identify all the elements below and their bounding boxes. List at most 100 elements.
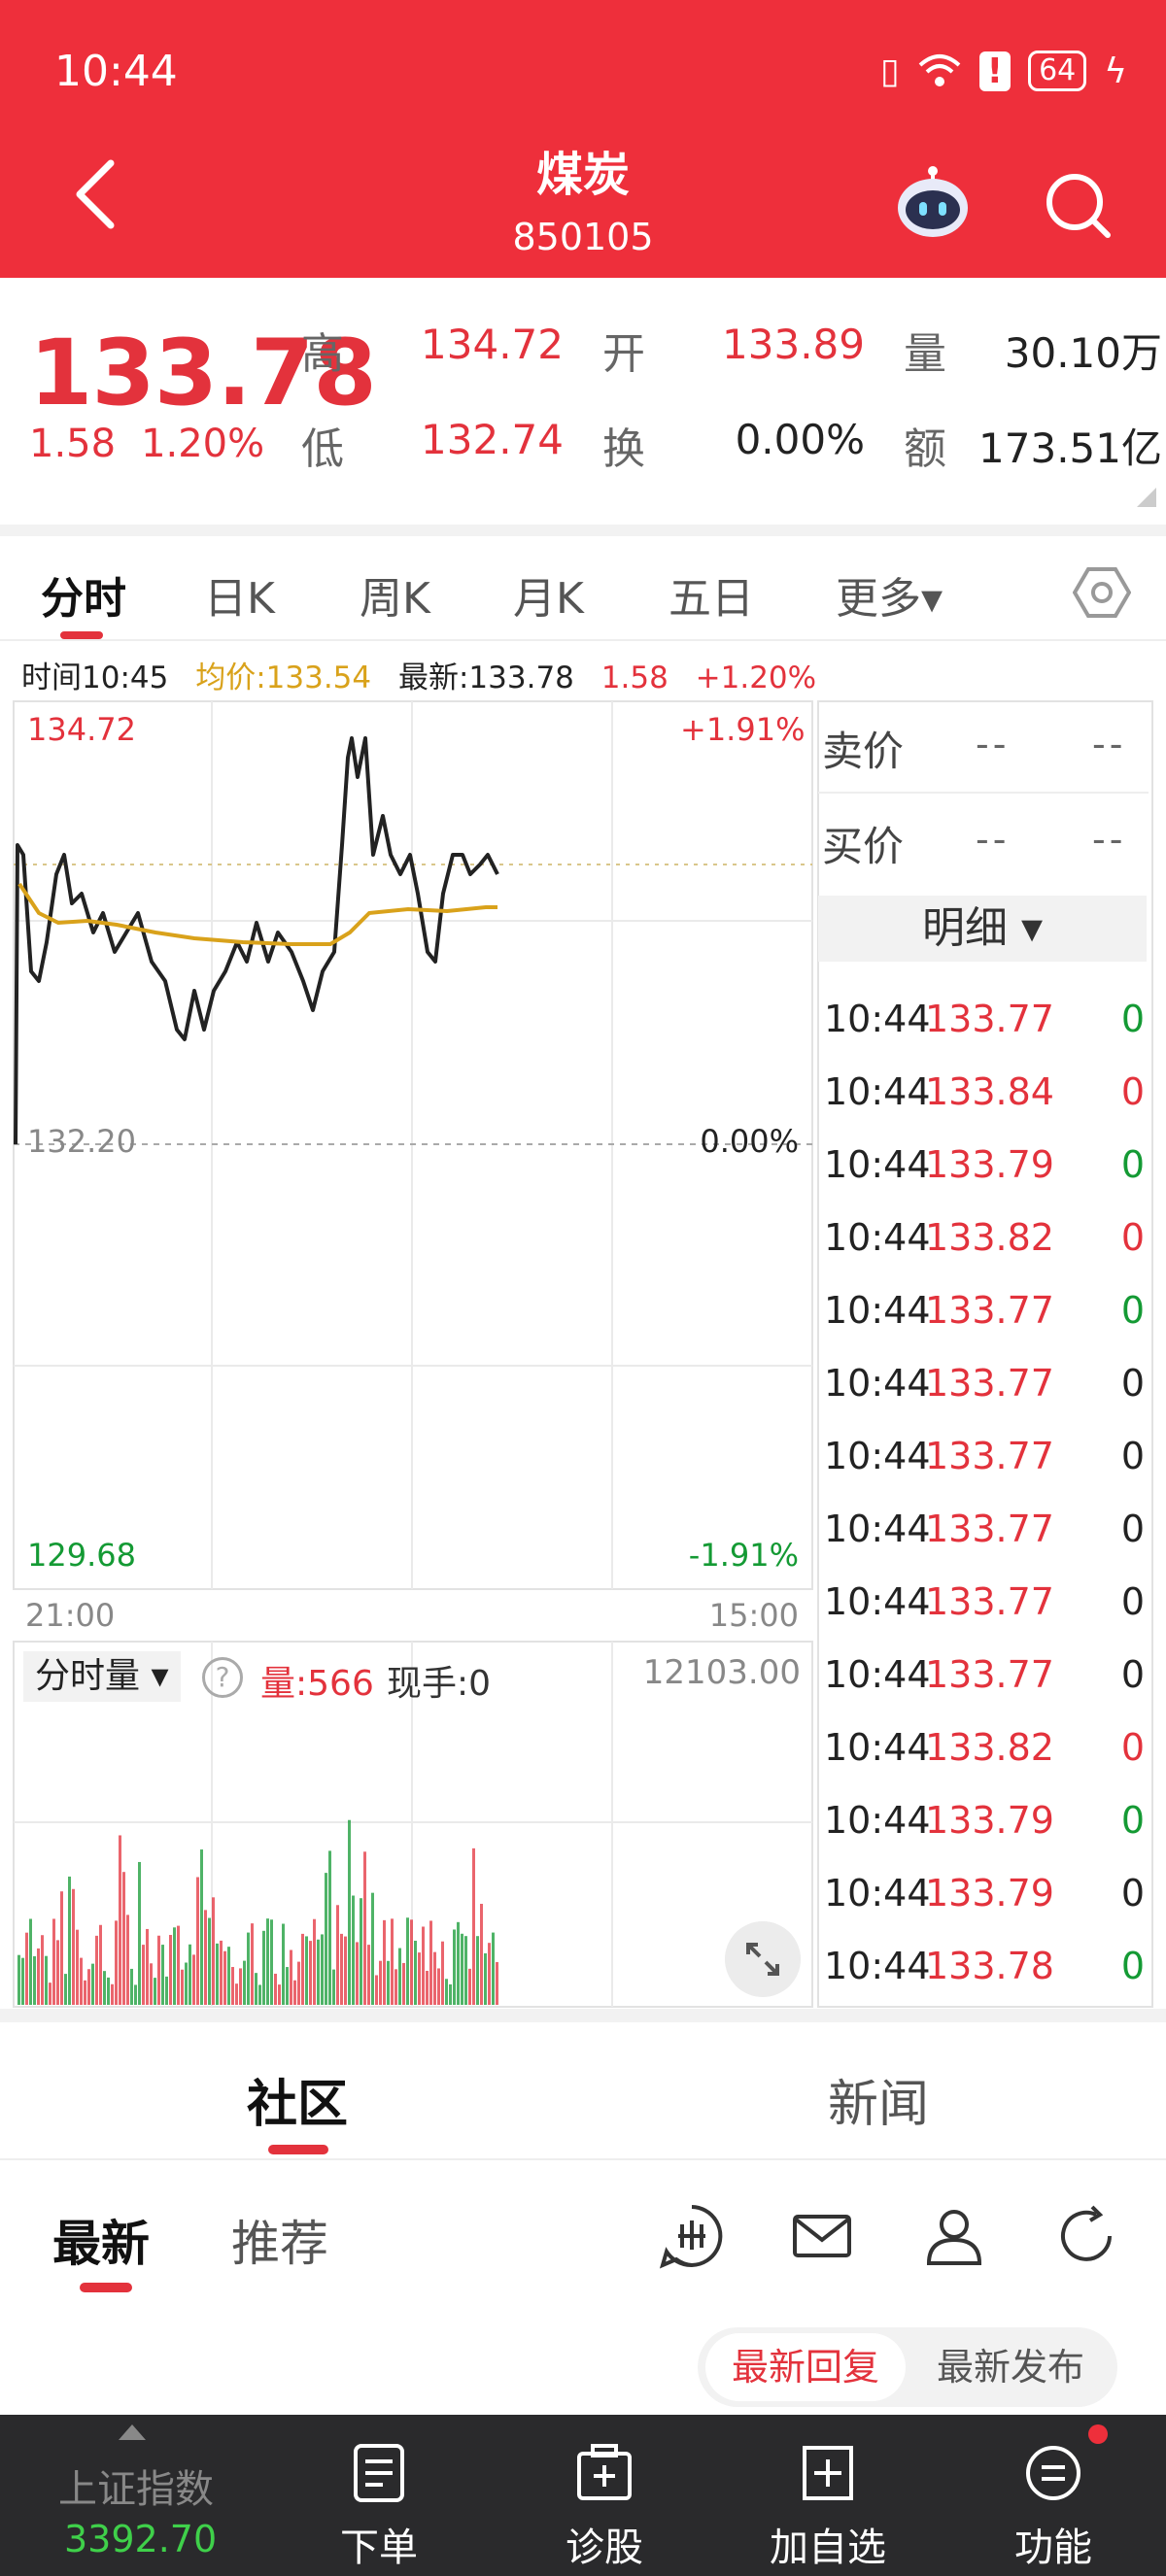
volume-bar bbox=[150, 1963, 153, 2005]
tick-detail-list[interactable]: 10:44133.82010:44133.77010:44133.84010:4… bbox=[820, 962, 1150, 2001]
volume-bar bbox=[258, 1984, 261, 2005]
order-icon bbox=[354, 2444, 404, 2502]
tab-community[interactable]: 社区 bbox=[247, 2063, 348, 2136]
volume-bar bbox=[99, 1924, 102, 2005]
volume-bar bbox=[220, 1940, 223, 2005]
tick-price: 133.82 bbox=[925, 1726, 1054, 1769]
stock-bar-icon[interactable] bbox=[659, 2203, 725, 2269]
volume-bar bbox=[356, 1942, 359, 2005]
function-button[interactable]: 功能 bbox=[956, 2415, 1150, 2576]
sort-latest-post[interactable]: 最新发布 bbox=[913, 2333, 1108, 2401]
detail-dropdown[interactable]: 明细 ▾ bbox=[818, 896, 1147, 962]
volume-bar bbox=[321, 1934, 324, 2005]
volume-bar bbox=[95, 1935, 98, 2005]
volume-bar bbox=[422, 1926, 425, 2005]
volume-bar bbox=[344, 1936, 347, 2005]
index-value: 3392.70 bbox=[64, 2518, 218, 2560]
tick-price: 133.77 bbox=[925, 1580, 1054, 1623]
tick-row: 10:44 133.79 0 bbox=[820, 1799, 1150, 1872]
tick-direction: 0 bbox=[1120, 1653, 1145, 1696]
volume-bar bbox=[212, 1897, 215, 2005]
volume-bar bbox=[185, 1962, 188, 2005]
volume-bar bbox=[84, 1980, 86, 2005]
volume-bar bbox=[461, 1933, 463, 2005]
buy-label: 买价 bbox=[822, 823, 905, 870]
volume-bar bbox=[293, 1980, 296, 2005]
volume-bar bbox=[266, 1918, 269, 2005]
y-top-pct: +1.91% bbox=[680, 711, 806, 748]
tick-row: 10:44 133.79 0 bbox=[820, 1143, 1150, 1216]
volume-bar bbox=[379, 1960, 382, 2005]
tick-time: 10:44 bbox=[824, 1945, 931, 1987]
tick-direction: 0 bbox=[1120, 1289, 1145, 1332]
sell-volume: -- bbox=[1092, 723, 1127, 765]
volume-bar bbox=[91, 1963, 94, 2005]
volume-bar bbox=[328, 1850, 331, 2005]
volume-bar bbox=[313, 1918, 316, 2005]
volume-bar bbox=[360, 1898, 362, 2005]
tick-price: 133.82 bbox=[925, 1216, 1054, 1259]
volume-bar bbox=[161, 1945, 164, 2005]
tick-row: 10:44 133.77 0 bbox=[820, 998, 1150, 1070]
volume-bar bbox=[115, 1920, 118, 2005]
index-name[interactable]: 上证指数 bbox=[58, 2457, 214, 2514]
volume-indicator-select[interactable]: 分时量 ▾ bbox=[23, 1651, 181, 1702]
divider bbox=[0, 2158, 1166, 2160]
volume-bar bbox=[223, 1950, 226, 2005]
subtab-latest[interactable]: 最新 bbox=[52, 2205, 150, 2275]
volume-bar bbox=[37, 1948, 40, 2005]
tick-row: 10:44 133.84 0 bbox=[820, 1070, 1150, 1143]
tick-direction: 0 bbox=[1120, 998, 1145, 1040]
diagnose-button[interactable]: 诊股 bbox=[507, 2415, 702, 2576]
volume-bar bbox=[49, 1983, 51, 2005]
fullscreen-icon[interactable] bbox=[725, 1921, 801, 1997]
tick-direction: 0 bbox=[1120, 1070, 1145, 1113]
current-hand: 现手:0 bbox=[387, 1664, 492, 1704]
tick-direction: 0 bbox=[1120, 1872, 1145, 1915]
tick-row: 10:44 133.77 0 bbox=[820, 1435, 1150, 1508]
volume-bar bbox=[64, 1974, 67, 2005]
volume-bar bbox=[340, 1933, 343, 2005]
volume-bar bbox=[134, 1984, 137, 2005]
volume-bar bbox=[484, 1952, 487, 2005]
volume-bar bbox=[325, 1873, 327, 2005]
volume-bar bbox=[398, 1948, 401, 2005]
y-mid-pct: 0.00% bbox=[700, 1123, 799, 1160]
volume-bar bbox=[130, 1968, 133, 2005]
volume-bar bbox=[200, 1849, 203, 2005]
tick-price: 133.79 bbox=[925, 1799, 1054, 1842]
tick-price: 133.77 bbox=[925, 1508, 1054, 1550]
volume-bar bbox=[270, 1919, 273, 2005]
subtab-recommend[interactable]: 推荐 bbox=[231, 2205, 328, 2275]
tick-row: 10:44 133.78 0 bbox=[820, 1945, 1150, 2001]
volume-bar bbox=[243, 1960, 246, 2005]
volume-bar bbox=[216, 1943, 219, 2005]
volume-bar bbox=[274, 1973, 277, 2005]
add-watchlist-button[interactable]: 加自选 bbox=[731, 2415, 925, 2576]
volume-bar bbox=[157, 1935, 160, 2005]
volume-bar bbox=[449, 1983, 452, 2005]
sort-latest-reply[interactable]: 最新回复 bbox=[705, 2333, 906, 2401]
message-icon[interactable] bbox=[789, 2203, 855, 2269]
tick-time: 10:44 bbox=[824, 1216, 931, 1259]
volume-bar bbox=[387, 1960, 390, 2005]
volume-bar bbox=[231, 1967, 234, 2005]
volume-bar bbox=[80, 1957, 83, 2005]
order-button[interactable]: 下单 bbox=[282, 2415, 476, 2576]
volume-bar bbox=[45, 1955, 48, 2005]
tick-time: 10:44 bbox=[824, 1580, 931, 1623]
help-icon[interactable]: ? bbox=[202, 1657, 243, 1698]
volume-bar bbox=[433, 1951, 436, 2005]
volume-bar bbox=[87, 1969, 90, 2005]
volume-bar bbox=[17, 1954, 20, 2005]
user-icon[interactable] bbox=[921, 2203, 987, 2269]
refresh-icon[interactable] bbox=[1053, 2203, 1119, 2269]
tick-direction: 0 bbox=[1120, 1435, 1145, 1477]
volume-bar bbox=[426, 1970, 429, 2005]
volume-bar bbox=[336, 1905, 339, 2005]
volume-bar bbox=[192, 1954, 195, 2005]
volume-bar bbox=[41, 1935, 44, 2005]
volume-bar bbox=[52, 1918, 55, 2005]
tab-news[interactable]: 新闻 bbox=[828, 2063, 929, 2136]
volume-bar bbox=[142, 1945, 145, 2005]
